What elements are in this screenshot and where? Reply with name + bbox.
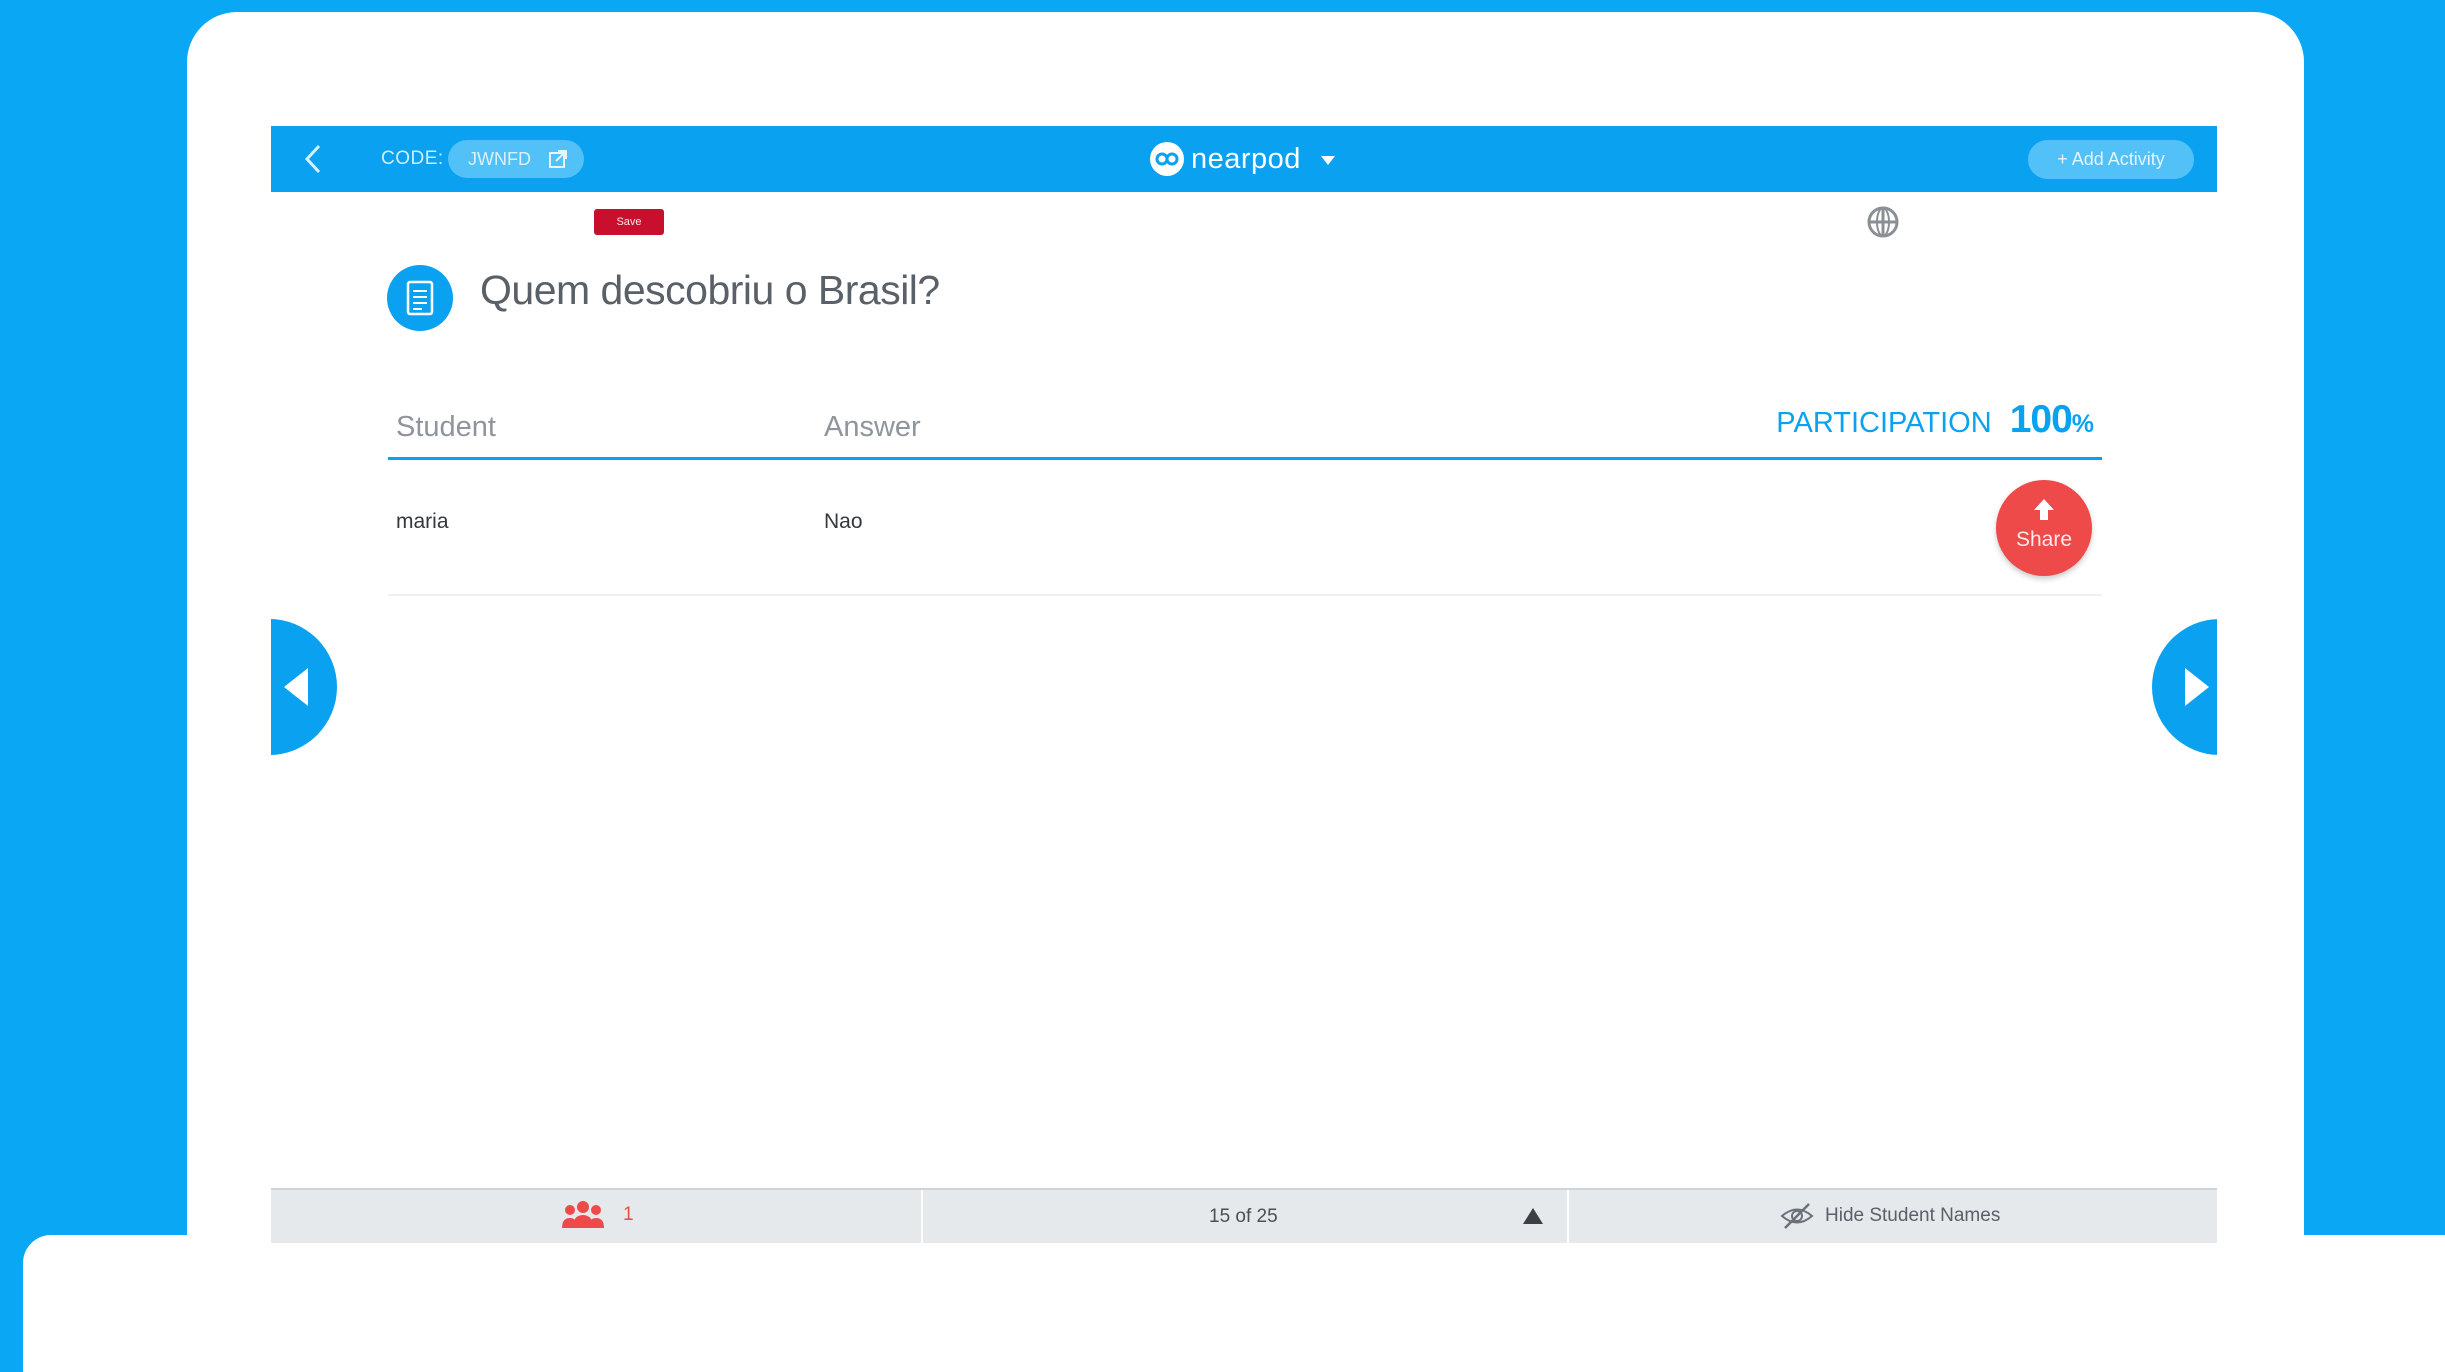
device-base xyxy=(23,1235,2445,1372)
bottom-divider xyxy=(1567,1190,1569,1243)
app-screen: CODE: JWNFD nearpod + Add Activity Save xyxy=(271,126,2217,1243)
chevron-left-icon xyxy=(304,144,321,174)
users-icon xyxy=(562,1201,604,1228)
question-type-icon xyxy=(387,265,453,331)
student-name: maria xyxy=(396,510,449,533)
triangle-up-icon[interactable] xyxy=(1523,1208,1543,1224)
nearpod-logo-icon xyxy=(1150,142,1184,176)
question-title: Quem descobriu o Brasil? xyxy=(480,267,940,313)
participation-value: 100 xyxy=(2009,398,2073,441)
student-count: 1 xyxy=(623,1204,634,1225)
back-button[interactable] xyxy=(299,140,331,178)
share-label: Share xyxy=(2015,528,2073,551)
bottom-divider xyxy=(921,1190,923,1243)
brand-name: nearpod xyxy=(1191,142,1301,175)
students-button[interactable]: 1 xyxy=(561,1200,634,1230)
table-row: maria Nao Share xyxy=(388,460,2102,596)
next-slide-button[interactable] xyxy=(2152,619,2217,755)
participation-stat: PARTICIPATION 100% xyxy=(1776,398,2094,442)
save-badge[interactable]: Save xyxy=(594,209,664,235)
session-code-button[interactable]: JWNFD xyxy=(448,140,584,178)
caret-down-icon xyxy=(1320,156,1335,165)
page-indicator: 15 of 25 xyxy=(1209,1206,1278,1227)
arrow-up-icon xyxy=(2034,499,2054,520)
document-icon xyxy=(406,280,434,316)
globe-icon[interactable] xyxy=(1865,204,1901,240)
session-code: JWNFD xyxy=(468,149,531,169)
triangle-right-icon xyxy=(2185,668,2209,706)
external-link-icon xyxy=(549,150,567,168)
hide-names-label: Hide Student Names xyxy=(1825,1205,2001,1226)
eye-slash-icon xyxy=(1780,1203,1814,1229)
brand-menu[interactable]: nearpod xyxy=(1149,141,1335,177)
column-header-answer: Answer xyxy=(824,411,921,443)
triangle-left-icon xyxy=(284,668,308,706)
top-bar: CODE: JWNFD nearpod + Add Activity xyxy=(271,126,2217,192)
code-label: CODE: xyxy=(381,148,444,169)
student-answer: Nao xyxy=(824,510,863,533)
previous-slide-button[interactable] xyxy=(271,619,337,755)
column-header-student: Student xyxy=(396,411,496,443)
share-button[interactable]: Share xyxy=(1996,480,2092,576)
participation-unit: % xyxy=(2071,410,2094,438)
add-activity-button[interactable]: + Add Activity xyxy=(2028,140,2194,179)
bottom-bar: 1 15 of 25 Hide Student Names xyxy=(271,1188,2217,1243)
hide-student-names-button[interactable]: Hide Student Names xyxy=(1779,1201,2000,1231)
participation-label: PARTICIPATION xyxy=(1776,407,1992,439)
